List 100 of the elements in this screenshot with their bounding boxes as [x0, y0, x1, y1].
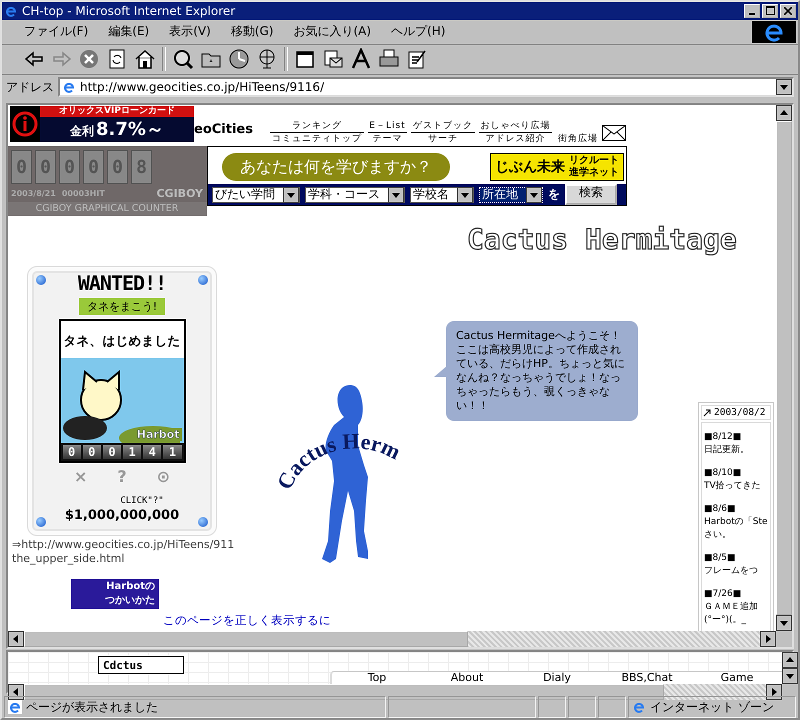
click-hint: CLICK"?"	[120, 496, 164, 506]
horizontal-scrollbar[interactable]	[8, 684, 782, 700]
counter-digit: 0	[82, 445, 101, 459]
stop-icon[interactable]	[78, 48, 100, 70]
counter-brand: CGIBOY	[156, 187, 203, 200]
nav-link[interactable]: サーチ	[411, 134, 475, 145]
zone-text: インターネット ゾーン	[650, 698, 774, 716]
nav-link[interactable]: E－List	[368, 121, 408, 133]
seed-button[interactable]: タネをまこう!	[78, 298, 166, 315]
nav-link[interactable]: 街角広場	[556, 134, 600, 145]
nav-link[interactable]: コミュニティトップ	[270, 134, 364, 145]
rate-label: 金利	[70, 123, 94, 140]
search-icon[interactable]	[172, 48, 194, 70]
nav-tab[interactable]: About	[422, 672, 512, 684]
scroll-up-button[interactable]	[776, 105, 792, 121]
browser-logo-icon	[752, 20, 796, 43]
speech-bubble: Cactus Hermitageへようこそ！ここは高校男児によって作成されている、だらけHP。ちょっと気になんね？なっちゃうでしょ！なっちゃったらもう、覗くっきゃない！！	[446, 321, 638, 421]
nav-tab[interactable]: Game	[692, 672, 782, 684]
news-text: さい。	[704, 529, 732, 542]
edit-icon[interactable]	[406, 48, 428, 70]
dropdown[interactable]: 学科・コース	[305, 186, 405, 202]
maximize-button[interactable]	[762, 4, 778, 18]
menu-item[interactable]: ファイル(F)	[16, 21, 96, 42]
horizontal-scrollbar[interactable]	[8, 631, 776, 648]
scroll-right-button[interactable]	[766, 684, 782, 700]
nav-tab[interactable]: Top	[332, 672, 422, 684]
loan-ad-banner[interactable]: オリックスVIPローンカード 金利 8.7%～	[10, 106, 194, 142]
nav-link[interactable]: ゲストブック	[411, 121, 475, 133]
url-text: ⇒http://www.geocities.co.jp/HiTeens/911	[12, 538, 234, 552]
wanted-title: WANTED!!	[78, 271, 166, 295]
scrollbar-corner	[776, 631, 792, 648]
close-button[interactable]	[780, 4, 796, 18]
minimize-button[interactable]	[744, 4, 760, 18]
scroll-down-button[interactable]	[776, 615, 792, 632]
news-text: ＧＡＭＥ追加	[704, 601, 759, 614]
nav-tab[interactable]: BBS,Chat	[602, 672, 692, 684]
menu-item[interactable]: ヘルプ(H)	[383, 21, 454, 42]
harbot-guide-banner[interactable]: Harbotの つかいかた	[71, 579, 159, 609]
news-text: フレームをつ	[704, 565, 759, 578]
nav-link[interactable]: おしゃべり広場	[478, 121, 552, 133]
nav-link[interactable]: ランキング	[270, 121, 364, 133]
counter-digit: 4	[143, 445, 162, 459]
site-title: Cactus Hermitage	[467, 223, 737, 256]
menu-item[interactable]: お気に入り(A)	[285, 21, 380, 42]
scroll-left-button[interactable]	[8, 684, 24, 700]
counter-caption: CGIBOY GRAPHICAL COUNTER	[8, 202, 207, 216]
scroll-thumb[interactable]	[24, 631, 468, 648]
scroll-thumb[interactable]	[24, 684, 664, 700]
scroll-down-button[interactable]	[782, 668, 798, 684]
search-button[interactable]: 検索	[565, 184, 617, 205]
pet-message: タネ、はじめました	[62, 332, 182, 350]
news-text: (°ー°)(。_	[704, 614, 748, 627]
site-logo[interactable]: Cdctus	[98, 656, 184, 674]
news-date: 2003/08/2	[714, 407, 766, 418]
envelope-icon[interactable]	[602, 125, 626, 141]
maximize-icon	[766, 6, 774, 16]
url-text: the_upper_side.html	[12, 552, 126, 566]
history-icon[interactable]	[228, 48, 250, 70]
mail-icon[interactable]	[322, 48, 344, 70]
news-date: ■8/10■	[704, 467, 742, 480]
news-date: ■7/26■	[704, 588, 742, 601]
news-text: 日記更新。	[704, 444, 750, 457]
dropdown[interactable]: びたい学問	[212, 186, 300, 202]
pin-icon	[198, 517, 208, 527]
menu-item[interactable]: 移動(G)	[222, 21, 282, 42]
counter-date: 2003/8/21	[11, 189, 56, 198]
nav-link[interactable]: アドレス紹介	[478, 134, 552, 145]
pin-icon	[198, 275, 208, 285]
scroll-left-button[interactable]	[8, 631, 24, 648]
counter-digit: 0	[62, 445, 81, 459]
site-logo[interactable]: eoCities	[194, 122, 253, 137]
address-field[interactable]: http://www.geocities.co.jp/HiTeens/9116/	[58, 77, 794, 98]
rate-value: 8.7%～	[96, 118, 164, 141]
counter-hits: 00003HIT	[62, 189, 105, 198]
menu-item[interactable]: 表示(V)	[161, 21, 219, 42]
status-panel	[598, 696, 626, 718]
counter-digit: 0	[102, 445, 122, 459]
menu-item[interactable]: 編集(E)	[100, 21, 158, 42]
nav-link[interactable]: テーマ	[368, 134, 408, 145]
ad-heading: オリックスVIPローンカード	[40, 106, 194, 117]
scroll-right-button[interactable]	[760, 631, 776, 648]
arrow-icon	[703, 408, 711, 416]
dropdown[interactable]: 所在地	[479, 186, 543, 202]
counter-digit: 1	[163, 445, 182, 459]
scroll-up-button[interactable]	[782, 652, 798, 668]
font-icon[interactable]	[350, 48, 372, 70]
news-text: TV拾ってきた	[704, 480, 762, 493]
home-icon[interactable]	[134, 48, 156, 70]
dropdown[interactable]: 学校名	[410, 186, 474, 202]
pin-icon	[36, 275, 46, 285]
nav-tab[interactable]: Dialy	[512, 672, 602, 684]
vertical-scrollbar[interactable]	[782, 652, 798, 684]
news-date: ■8/5■	[704, 552, 736, 565]
page-icon	[62, 80, 76, 94]
page-icon	[8, 700, 22, 714]
news-date: ■8/12■	[704, 431, 742, 444]
flash-notice-link[interactable]: このページを正しく表示するに	[163, 613, 331, 627]
minimize-icon	[749, 12, 755, 15]
particle-text: を	[548, 186, 560, 203]
news-date: ■8/6■	[704, 503, 736, 516]
